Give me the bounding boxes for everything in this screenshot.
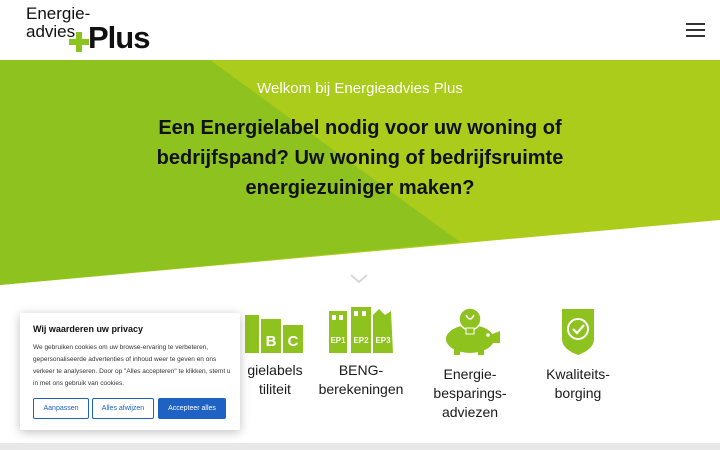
service-label-line: Kwaliteits- bbox=[546, 366, 610, 382]
service-label-line: gielabels bbox=[247, 362, 303, 378]
service-label-line: borging bbox=[554, 385, 602, 401]
label-letter-c: C bbox=[288, 333, 299, 350]
label-letter-b: B bbox=[266, 333, 277, 350]
service-label: gielabels tiliteit bbox=[225, 361, 325, 399]
service-label-line: BENG- bbox=[338, 362, 384, 378]
logo-text-plus: Plus bbox=[88, 20, 150, 55]
beng-ep-icon: EP1 EP2 EP3 bbox=[329, 307, 393, 353]
accept-all-button[interactable]: Accepteer alles bbox=[158, 398, 226, 419]
customize-button[interactable]: Aanpassen bbox=[33, 398, 89, 419]
cookie-title: Wij waarderen uw privacy bbox=[33, 324, 143, 334]
energy-label-icon: B C bbox=[245, 315, 303, 353]
cookie-description: We gebruiken cookies om uw browse-ervari… bbox=[33, 344, 231, 387]
logo-text-line1: Energie- bbox=[26, 4, 91, 23]
logo[interactable]: Energie- advies Plus bbox=[26, 5, 156, 55]
service-label-line: besparings- bbox=[433, 385, 507, 401]
piggy-bank-bulb-icon bbox=[446, 307, 500, 355]
section-divider bbox=[0, 443, 720, 450]
ep3-tag: EP3 bbox=[375, 336, 391, 345]
service-beng[interactable]: EP1 EP2 EP3 BENG- berekeningen bbox=[311, 305, 411, 399]
plus-icon bbox=[69, 32, 89, 52]
service-label: Energie- besparings- adviezen bbox=[420, 365, 520, 422]
service-label-line: Energie- bbox=[443, 366, 497, 382]
hamburger-menu-icon[interactable] bbox=[686, 22, 706, 38]
reject-all-button[interactable]: Alles afwijzen bbox=[92, 398, 154, 419]
quality-shield-icon bbox=[562, 309, 594, 355]
service-label: BENG- berekeningen bbox=[311, 361, 411, 399]
service-energiebesparing[interactable]: Energie- besparings- adviezen bbox=[420, 305, 520, 422]
site-header: Energie- advies Plus bbox=[0, 0, 720, 60]
service-label-line: tiliteit bbox=[259, 381, 291, 397]
service-kwaliteitsborging[interactable]: Kwaliteits- borging bbox=[528, 305, 628, 403]
service-label: Kwaliteits- borging bbox=[528, 365, 628, 403]
cookie-consent-dialog: Wij waarderen uw privacy We gebruiken co… bbox=[20, 313, 240, 430]
service-label-line: adviezen bbox=[441, 404, 499, 420]
service-energielabels[interactable]: B C gielabels tiliteit bbox=[225, 305, 325, 399]
logo-text-line2: advies bbox=[26, 22, 76, 41]
ep2-tag: EP2 bbox=[353, 336, 369, 345]
hero-section: Welkom bij Energieadvies Plus Een Energi… bbox=[0, 60, 720, 290]
ep1-tag: EP1 bbox=[330, 336, 346, 345]
hero-welcome-text: Welkom bij Energieadvies Plus bbox=[257, 80, 463, 97]
chevron-down-icon[interactable] bbox=[349, 272, 369, 286]
hero-title: Een Energielabel nodig voor uw woning of… bbox=[156, 117, 564, 199]
service-label-line: berekeningen bbox=[318, 381, 404, 397]
